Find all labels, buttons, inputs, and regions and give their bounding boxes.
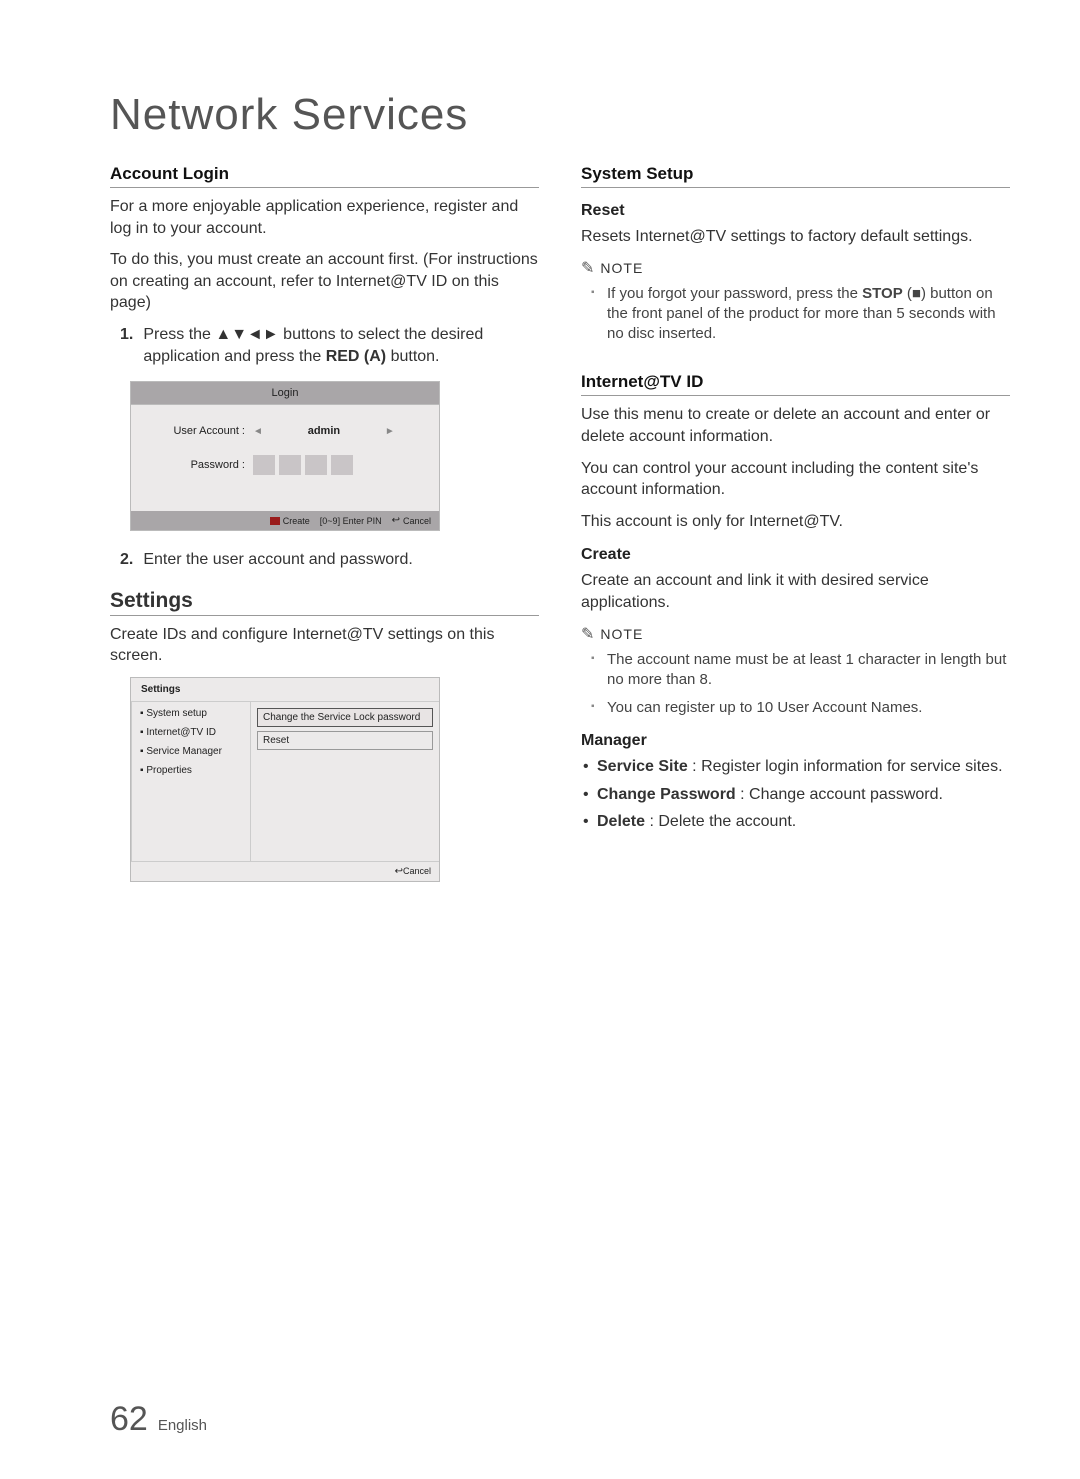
note-icon: ✎ [581, 624, 594, 644]
password-label: Password : [143, 459, 253, 471]
paragraph: Create an account and link it with desir… [581, 570, 1010, 613]
password-box [279, 455, 301, 475]
chevron-right-icon: ► [385, 426, 395, 437]
label: Service Site [597, 758, 688, 775]
text: : Delete the account. [645, 813, 796, 830]
chevron-left-icon: ◄ [253, 426, 263, 437]
manager-delete: Delete : Delete the account. [583, 811, 1010, 833]
text: Press the [143, 326, 215, 343]
note-item: You can register up to 10 User Account N… [607, 698, 1010, 718]
paragraph: To do this, you must create an account f… [110, 249, 539, 314]
stop-icon: ■ [912, 285, 921, 302]
heading-create: Create [581, 546, 1010, 564]
heading-account-login: Account Login [110, 164, 539, 188]
paragraph: You can control your account including t… [581, 458, 1010, 501]
password-box [331, 455, 353, 475]
note-header: ✎ NOTE [581, 624, 1010, 644]
stop-label: STOP [862, 285, 903, 302]
password-box [253, 455, 275, 475]
step-number: 2. [120, 549, 133, 571]
note-list: The account name must be at least 1 char… [581, 650, 1010, 719]
return-icon: ↩ [395, 866, 403, 877]
settings-screenshot: Settings ▪ System setup ▪ Internet@TV ID… [130, 677, 440, 882]
page-language: English [158, 1417, 207, 1434]
return-icon: ↩ [392, 515, 400, 526]
footer-cancel: ↩Cancel [392, 515, 431, 526]
label: Delete [597, 813, 645, 830]
heading-manager: Manager [581, 732, 1010, 750]
sidebar-item-system-setup: ▪ System setup [140, 708, 242, 719]
settings-footer: ↩ Cancel [131, 861, 439, 881]
note-label: NOTE [600, 626, 643, 642]
sidebar-item-service-manager: ▪ Service Manager [140, 746, 242, 757]
step-text: Press the ▲▼◄► buttons to select the des… [143, 324, 539, 367]
settings-footer-cancel: Cancel [403, 866, 431, 876]
sidebar-item-internet-tv-id: ▪ Internet@TV ID [140, 727, 242, 738]
note-item: The account name must be at least 1 char… [607, 650, 1010, 691]
text: ( [903, 285, 912, 302]
user-account-selector: ◄ admin ► [253, 425, 395, 437]
two-column-layout: Account Login For a more enjoyable appli… [110, 164, 1010, 892]
label: Change Password [597, 786, 736, 803]
paragraph: For a more enjoyable application experie… [110, 196, 539, 239]
step-2: 2. Enter the user account and password. [110, 549, 539, 571]
user-account-row: User Account : ◄ admin ► [143, 425, 427, 437]
paragraph: This account is only for Internet@TV. [581, 511, 1010, 533]
arrow-buttons-glyph: ▲▼◄► [215, 326, 278, 343]
note-item: If you forgot your password, press the S… [607, 284, 1010, 345]
paragraph: Use this menu to create or delete an acc… [581, 404, 1010, 447]
step-list: 1. Press the ▲▼◄► buttons to select the … [110, 324, 539, 367]
left-column: Account Login For a more enjoyable appli… [110, 164, 539, 892]
step-list: 2. Enter the user account and password. [110, 549, 539, 571]
note-label: NOTE [600, 260, 643, 276]
text: : Change account password. [736, 786, 943, 803]
page-footer: 62 English [110, 1400, 207, 1439]
paragraph: Create IDs and configure Internet@TV set… [110, 624, 539, 667]
user-account-label: User Account : [143, 425, 253, 437]
option-change-lock-password: Change the Service Lock password [257, 708, 433, 727]
heading-settings: Settings [110, 589, 539, 616]
sidebar-item-properties: ▪ Properties [140, 765, 242, 776]
footer-create: Create [270, 515, 310, 526]
manager-list: Service Site : Register login informatio… [581, 756, 1010, 833]
text: If you forgot your password, press the [607, 285, 862, 302]
red-a-icon [270, 517, 280, 525]
manager-change-password: Change Password : Change account passwor… [583, 784, 1010, 806]
user-account-value: admin [269, 425, 379, 437]
document-page: Network Services Account Login For a mor… [0, 0, 1080, 932]
text: button. [386, 348, 439, 365]
login-body: User Account : ◄ admin ► Password : [131, 405, 439, 511]
settings-title: Settings [131, 678, 439, 701]
login-footer: Create [0~9] Enter PIN ↩Cancel [131, 511, 439, 530]
note-icon: ✎ [581, 258, 594, 278]
heading-system-setup: System Setup [581, 164, 1010, 188]
red-a-label: RED (A) [326, 348, 386, 365]
password-box [305, 455, 327, 475]
footer-enter-pin: [0~9] Enter PIN [320, 515, 382, 526]
page-number: 62 [110, 1400, 148, 1439]
option-reset: Reset [257, 731, 433, 750]
step-1: 1. Press the ▲▼◄► buttons to select the … [110, 324, 539, 367]
note-header: ✎ NOTE [581, 258, 1010, 278]
login-dialog-screenshot: Login User Account : ◄ admin ► Password … [130, 381, 440, 531]
step-number: 1. [120, 324, 133, 367]
step-text: Enter the user account and password. [143, 549, 539, 571]
heading-internet-tv-id: Internet@TV ID [581, 372, 1010, 396]
login-title: Login [131, 382, 439, 405]
heading-reset: Reset [581, 202, 1010, 220]
settings-main: Change the Service Lock password Reset [251, 702, 439, 861]
password-row: Password : [143, 455, 427, 475]
manager-service-site: Service Site : Register login informatio… [583, 756, 1010, 778]
text: : Register login information for service… [688, 758, 1003, 775]
right-column: System Setup Reset Resets Internet@TV se… [581, 164, 1010, 892]
settings-panes: ▪ System setup ▪ Internet@TV ID ▪ Servic… [131, 701, 439, 861]
settings-sidebar: ▪ System setup ▪ Internet@TV ID ▪ Servic… [131, 702, 251, 861]
password-boxes [253, 455, 353, 475]
note-list: If you forgot your password, press the S… [581, 284, 1010, 345]
chapter-title: Network Services [110, 90, 1010, 140]
paragraph: Resets Internet@TV settings to factory d… [581, 226, 1010, 248]
footer-create-label: Create [283, 516, 310, 526]
